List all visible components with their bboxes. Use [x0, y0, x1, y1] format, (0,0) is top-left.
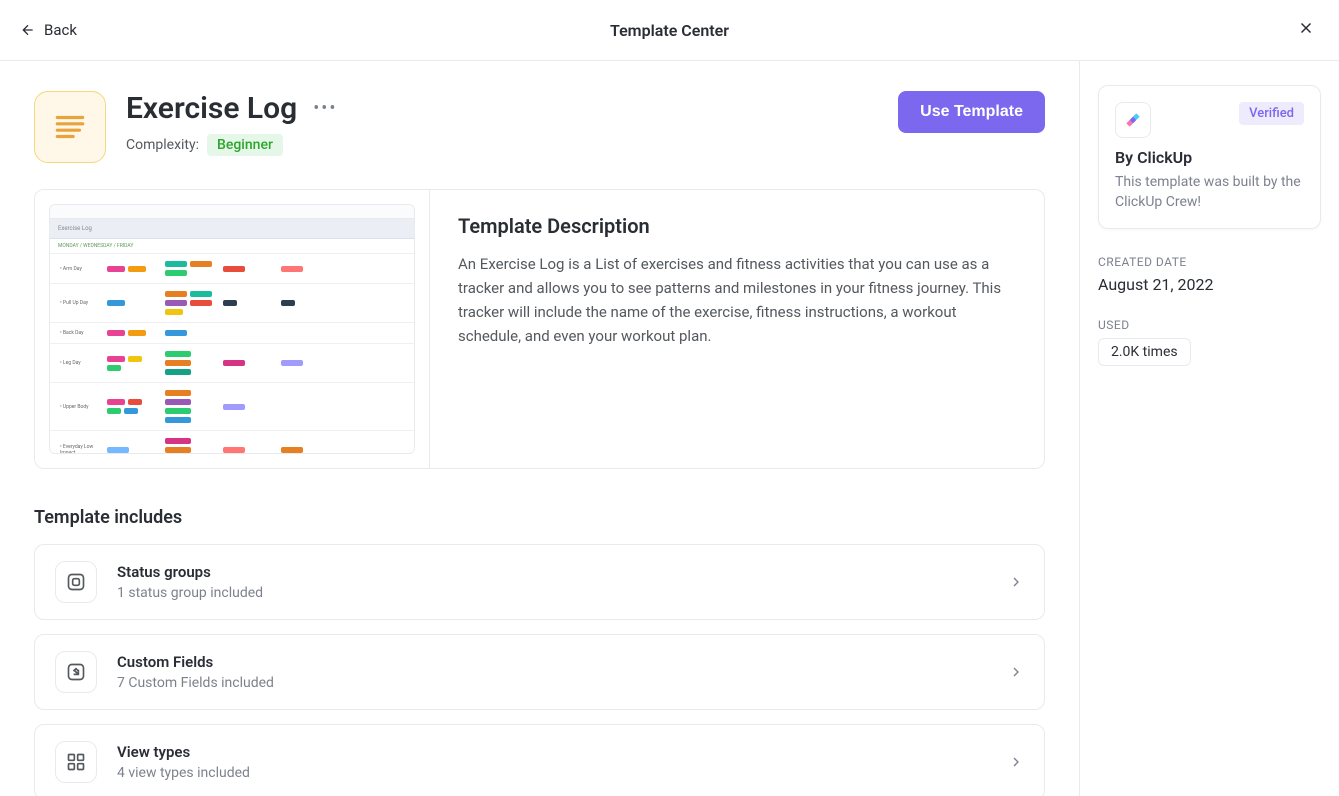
- created-date-label: CREATED DATE: [1098, 255, 1321, 269]
- title-main: Exercise Log •••: [126, 91, 878, 126]
- include-info: View types 4 view types included: [117, 743, 1008, 781]
- used-label: USED: [1098, 318, 1321, 332]
- back-label: Back: [44, 21, 77, 39]
- use-template-button[interactable]: Use Template: [898, 91, 1045, 133]
- custom-fields-icon: [55, 651, 97, 693]
- description-text: Template Description An Exercise Log is …: [430, 190, 1044, 468]
- template-title: Exercise Log: [126, 91, 297, 126]
- description-body: An Exercise Log is a List of exercises a…: [458, 252, 1016, 348]
- complexity-badge: Beginner: [207, 134, 283, 156]
- chevron-right-icon: [1008, 574, 1024, 590]
- by-author: By ClickUp: [1115, 148, 1304, 167]
- include-info: Status groups 1 status group included: [117, 563, 1008, 601]
- title-info: Exercise Log ••• Complexity: Beginner: [126, 91, 878, 156]
- title-row: Exercise Log ••• Complexity: Beginner Us…: [34, 91, 1045, 163]
- sidebar: Verified By ClickUp This template was bu…: [1079, 61, 1339, 796]
- include-custom-fields[interactable]: Custom Fields 7 Custom Fields included: [34, 634, 1045, 710]
- status-groups-icon: [55, 561, 97, 603]
- verified-top: Verified: [1115, 102, 1304, 138]
- include-subtitle: 4 view types included: [117, 765, 1008, 781]
- view-types-icon: [55, 741, 97, 783]
- header: Back Template Center: [0, 0, 1339, 61]
- close-icon: [1297, 19, 1315, 37]
- template-preview: Exercise Log MONDAY / WEDNESDAY / FRIDAY…: [35, 190, 430, 468]
- include-info: Custom Fields 7 Custom Fields included: [117, 653, 1008, 691]
- description-card: Exercise Log MONDAY / WEDNESDAY / FRIDAY…: [34, 189, 1045, 469]
- arrow-left-icon: [20, 22, 36, 38]
- used-count-badge: 2.0K times: [1098, 338, 1191, 366]
- include-title: Status groups: [117, 563, 1008, 581]
- back-button[interactable]: Back: [20, 21, 77, 39]
- created-date-value: August 21, 2022: [1098, 275, 1321, 294]
- content-area: Exercise Log ••• Complexity: Beginner Us…: [0, 61, 1079, 796]
- close-button[interactable]: [1293, 14, 1319, 46]
- preview-mock: Exercise Log MONDAY / WEDNESDAY / FRIDAY…: [49, 204, 415, 454]
- chevron-right-icon: [1008, 754, 1024, 770]
- page-title: Template Center: [610, 21, 729, 40]
- main-container: Exercise Log ••• Complexity: Beginner Us…: [0, 61, 1339, 796]
- clickup-logo-icon: [1115, 102, 1151, 138]
- verified-card: Verified By ClickUp This template was bu…: [1098, 85, 1321, 229]
- complexity-label: Complexity:: [126, 137, 199, 153]
- template-icon: [34, 91, 106, 163]
- verified-badge: Verified: [1239, 102, 1304, 125]
- include-title: Custom Fields: [117, 653, 1008, 671]
- author-description: This template was built by the ClickUp C…: [1115, 173, 1304, 212]
- include-status-groups[interactable]: Status groups 1 status group included: [34, 544, 1045, 620]
- chevron-right-icon: [1008, 664, 1024, 680]
- include-subtitle: 7 Custom Fields included: [117, 675, 1008, 691]
- include-subtitle: 1 status group included: [117, 585, 1008, 601]
- complexity-row: Complexity: Beginner: [126, 134, 878, 156]
- includes-heading: Template includes: [34, 507, 1045, 528]
- more-options-button[interactable]: •••: [313, 98, 337, 119]
- description-heading: Template Description: [458, 214, 1016, 238]
- list-icon: [51, 108, 89, 146]
- include-title: View types: [117, 743, 1008, 761]
- include-view-types[interactable]: View types 4 view types included: [34, 724, 1045, 796]
